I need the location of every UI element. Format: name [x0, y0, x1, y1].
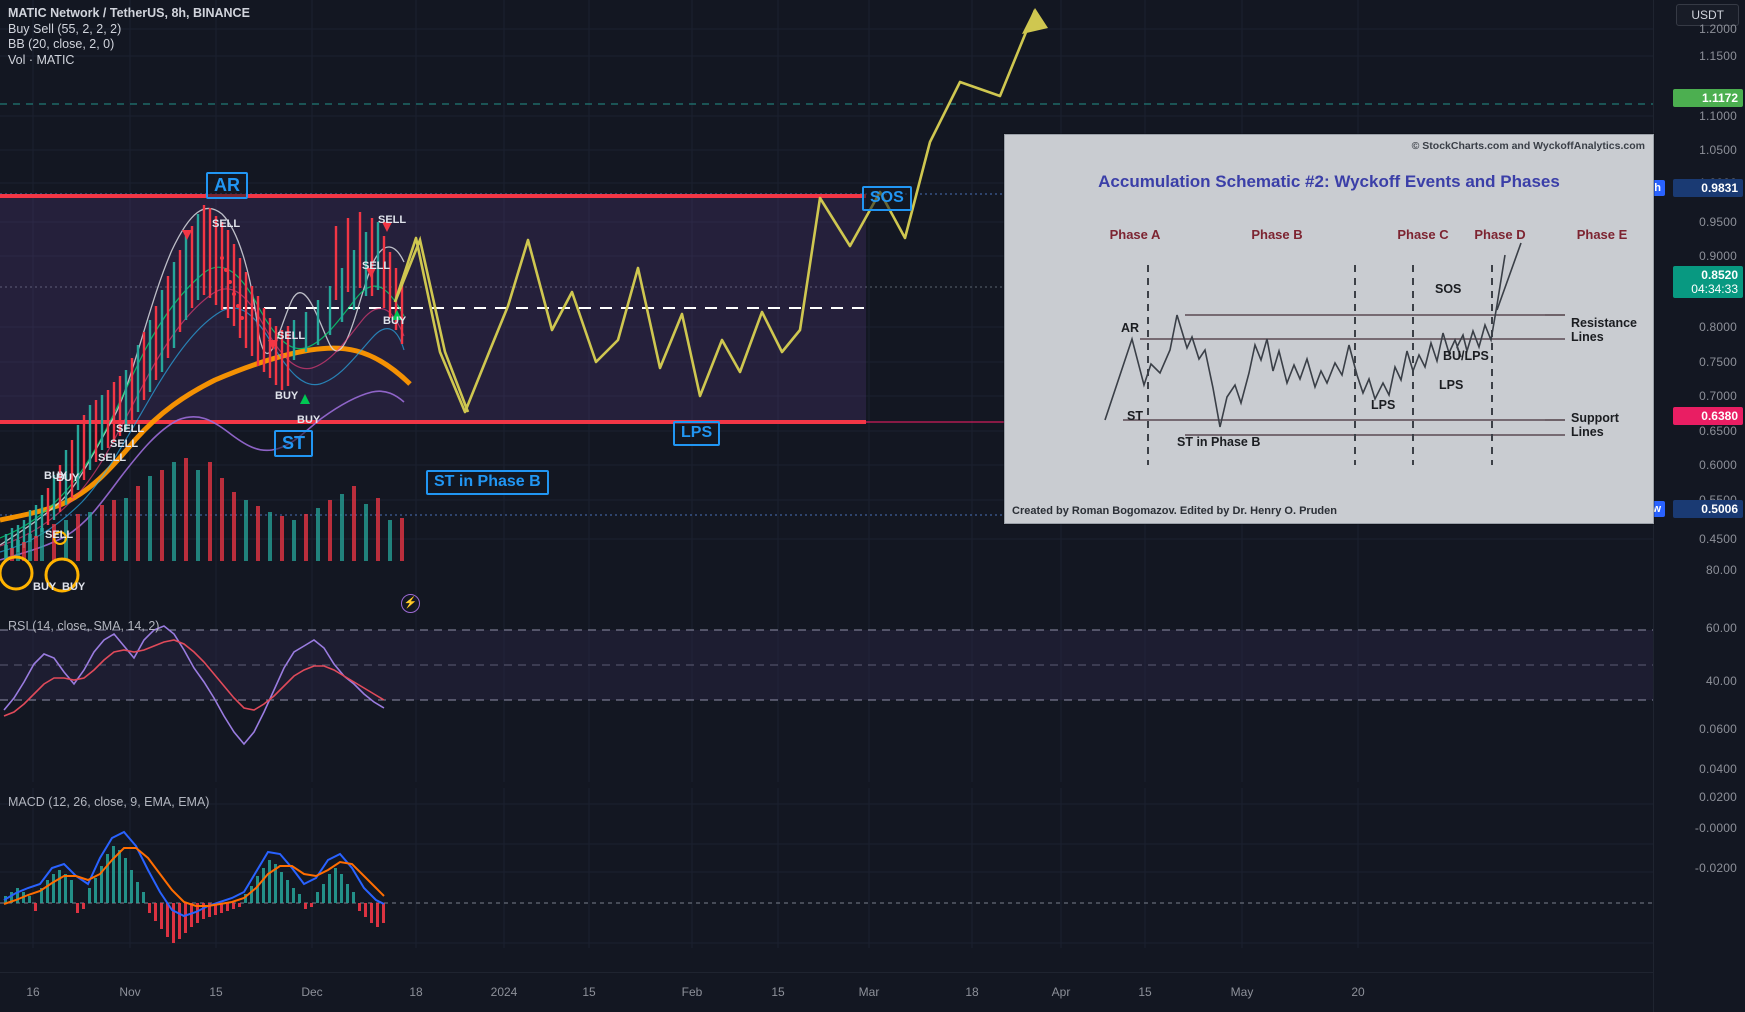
buy-marker: BUY: [33, 581, 57, 593]
price-tick: -0.0200: [1694, 861, 1737, 875]
sell-marker: SELL: [98, 452, 127, 464]
schematic-event-bu-lps: BU/LPS: [1443, 349, 1489, 363]
rsi-chart-canvas: [0, 612, 1653, 782]
high-badge[interactable]: 0.9831: [1673, 179, 1743, 197]
sell-marker: SELL: [110, 438, 139, 450]
time-tick: Feb: [681, 985, 703, 999]
sell-marker: SELL: [277, 330, 306, 342]
sell-marker: SELL: [116, 423, 145, 435]
price-tick: 0.9000: [1699, 249, 1737, 263]
time-tick: Dec: [301, 985, 323, 999]
buy-marker: BUY: [56, 472, 80, 484]
low-badge[interactable]: 0.5006: [1673, 500, 1743, 518]
price-tick: -0.0000: [1694, 821, 1737, 835]
annotation-sos[interactable]: SOS: [862, 186, 912, 211]
price-tick: 0.9500: [1699, 215, 1737, 229]
time-tick: 15: [209, 985, 223, 999]
annotation-ar[interactable]: AR: [206, 172, 248, 199]
buy-marker: BUY: [275, 390, 299, 402]
schematic-label-resistance-lines: Lines: [1571, 330, 1604, 344]
schematic-label-resistance: Resistance: [1571, 316, 1638, 330]
price-tick: 0.7500: [1699, 355, 1737, 369]
time-tick: 15: [1138, 985, 1152, 999]
indicator-macd-label[interactable]: MACD (12, 26, close, 9, EMA, EMA): [8, 795, 209, 809]
last-price-badge[interactable]: 0.8520 04:34:33: [1673, 266, 1743, 298]
annotation-st[interactable]: ST: [274, 430, 314, 457]
buy-marker: BUY: [297, 414, 321, 426]
price-tick: 1.2000: [1699, 22, 1737, 36]
sell-marker: SELL: [212, 218, 241, 230]
macd-pane[interactable]: [0, 788, 1653, 948]
buy-marker: BUY: [383, 315, 407, 327]
sell-marker: SELL: [45, 529, 74, 541]
time-tick: Mar: [858, 985, 880, 999]
price-tick: 60.00: [1705, 621, 1737, 635]
time-axis[interactable]: 16 Nov 15 Dec 18 2024 15 Feb 15 Mar 18 Apr 15 May 20: [0, 972, 1653, 1012]
price-tick: 0.0600: [1699, 722, 1737, 736]
price-tick: 1.0500: [1699, 143, 1737, 157]
price-tick: 0.0200: [1699, 790, 1737, 804]
schematic-event-sos: SOS: [1435, 282, 1462, 296]
symbol-title[interactable]: MATIC Network / TetherUS, 8h, BINANCE: [8, 6, 250, 22]
price-tick: 0.0400: [1699, 762, 1737, 776]
price-tick: 0.6500: [1699, 424, 1737, 438]
time-tick: Nov: [119, 985, 141, 999]
price-tick: 0.6000: [1699, 458, 1737, 472]
schematic-diagram: [1104, 242, 1565, 465]
time-tick: 18: [409, 985, 423, 999]
lightning-bolt-icon[interactable]: ⚡: [401, 594, 420, 613]
schematic-event-lps-2: LPS: [1439, 378, 1464, 392]
price-axis[interactable]: USDT 1.20001.15001.10001.05001.00000.950…: [1632, 0, 1745, 1012]
schematic-event-lps-1: LPS: [1371, 398, 1396, 412]
indicator-bb-label[interactable]: BB (20, close, 2, 0): [8, 37, 250, 53]
schematic-label-support-lines: Lines: [1571, 425, 1604, 439]
sell-marker: SELL: [378, 214, 407, 226]
time-tick: May: [1230, 985, 1254, 999]
price-tick: 80.00: [1705, 563, 1737, 577]
macd-chart-canvas: [0, 788, 1653, 948]
indicator-rsi-label[interactable]: RSI (14, close, SMA, 14, 2): [8, 619, 159, 633]
schematic-label-support: Support: [1571, 411, 1619, 425]
indicator-volume-label[interactable]: Vol · MATIC: [8, 53, 250, 69]
wyckoff-schematic-overlay[interactable]: © StockCharts.com and WyckoffAnalytics.c…: [1004, 134, 1654, 524]
buy-marker: BUY: [62, 581, 86, 593]
price-tick: 0.7000: [1699, 389, 1737, 403]
schematic-credit: Created by Roman Bogomazov. Edited by Dr…: [1012, 505, 1337, 517]
schematic-event-ar: AR: [1121, 321, 1140, 335]
time-tick: 15: [771, 985, 785, 999]
schematic-event-st: ST: [1127, 409, 1143, 423]
bb-upper-badge[interactable]: 1.1172: [1673, 89, 1743, 107]
sell-marker: SELL: [362, 260, 391, 272]
time-tick: Apr: [1051, 985, 1071, 999]
time-tick: 20: [1351, 985, 1365, 999]
annotation-st-in-phase-b[interactable]: ST in Phase B: [426, 470, 549, 495]
chart-legend: MATIC Network / TetherUS, 8h, BINANCE Bu…: [8, 6, 250, 68]
rsi-pane[interactable]: [0, 612, 1653, 782]
time-tick: 15: [582, 985, 596, 999]
annotation-lps[interactable]: LPS: [673, 421, 721, 446]
time-tick: 18: [965, 985, 979, 999]
price-tick: 40.00: [1705, 674, 1737, 688]
time-tick: 16: [26, 985, 40, 999]
support-badge[interactable]: 0.6380: [1673, 407, 1743, 425]
indicator-buysell-label[interactable]: Buy Sell (55, 2, 2, 2): [8, 22, 250, 38]
price-tick: 1.1000: [1699, 109, 1737, 123]
price-tick: 0.4500: [1699, 532, 1737, 546]
tradingview-chart-window: ⚡ MATIC Network / TetherUS, 8h, BINANCE …: [0, 0, 1745, 1012]
price-tick: 1.1500: [1699, 49, 1737, 63]
countdown-timer: 04:34:33: [1691, 282, 1738, 296]
time-tick: 2024: [490, 985, 518, 999]
schematic-event-st-phase-b: ST in Phase B: [1177, 435, 1261, 449]
price-tick: 0.8000: [1699, 320, 1737, 334]
